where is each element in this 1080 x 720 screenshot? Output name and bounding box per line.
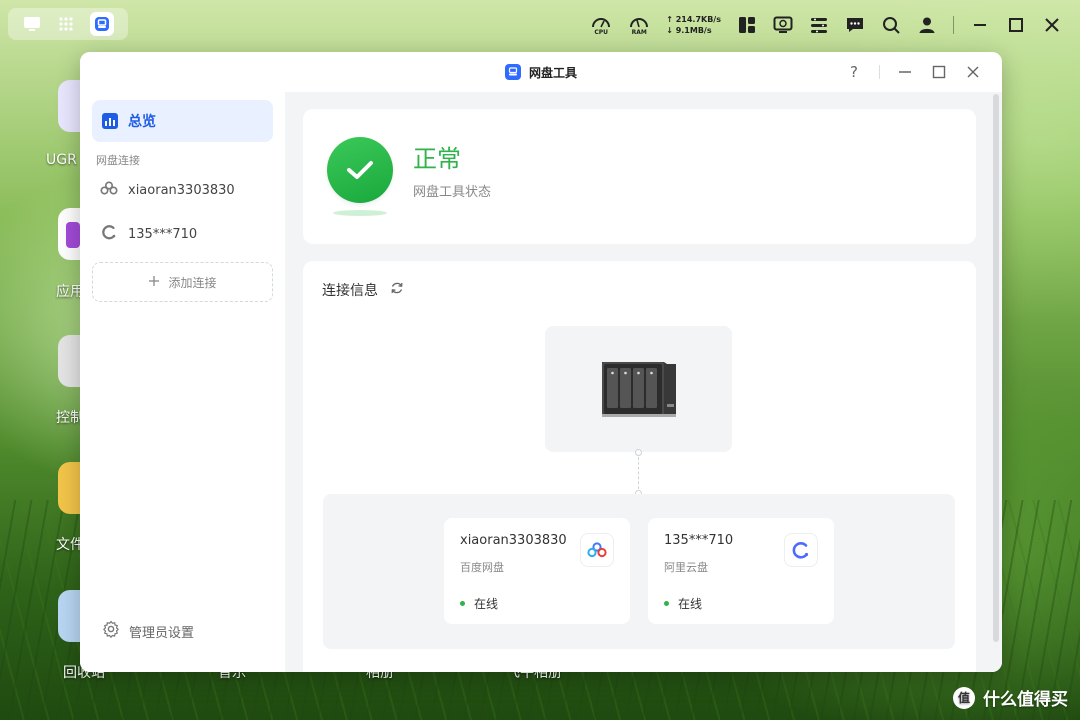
cpu-label: CPU [594, 28, 609, 36]
gear-icon [102, 620, 120, 642]
status-card: 正常 网盘工具状态 [303, 109, 976, 244]
drive-card-baidu[interactable]: xiaoran3303830 百度网盘 在线 [444, 518, 630, 624]
window-titlebar[interactable]: 网盘工具 ? [80, 52, 1002, 92]
online-dot [664, 601, 669, 606]
drive-type: 阿里云盘 [664, 561, 708, 574]
drive-name: xiaoran3303830 [460, 533, 567, 548]
baidu-cloud-icon [580, 533, 614, 567]
add-connection-label: 添加连接 [168, 275, 217, 290]
watermark: 值 什么值得买 [953, 685, 1068, 710]
sidebar: 总览 网盘连接 xiaoran3303830 135***710 添加连接 管理… [80, 92, 285, 672]
window-title-group: 网盘工具 [504, 64, 577, 81]
sidebar-item-overview-label: 总览 [128, 114, 156, 130]
maximize-button[interactable] [930, 63, 948, 81]
connection-info-title: 连接信息 [322, 283, 378, 299]
netdisk-tool-window: 网盘工具 ? 总览 网盘连接 xiaoran3303830 135***710 … [80, 52, 1002, 672]
drive-status: 在线 [664, 595, 702, 612]
add-connection-button[interactable]: 添加连接 [92, 262, 273, 302]
check-icon [327, 137, 393, 203]
window-body: 总览 网盘连接 xiaoran3303830 135***710 添加连接 管理… [80, 92, 1002, 672]
upload-speed: ↑ 214.7KB/s [666, 15, 721, 24]
drives-area: xiaoran3303830 百度网盘 在线 135***710 阿里云盘 在线 [323, 494, 955, 649]
drive-status-label: 在线 [474, 597, 499, 611]
refresh-icon[interactable] [390, 281, 404, 299]
main-scrollbar[interactable] [993, 94, 999, 642]
download-speed: ↓ 9.1MB/s [666, 26, 712, 35]
controls-divider [879, 65, 880, 79]
desktop-minimize-icon[interactable] [970, 15, 990, 35]
user-icon[interactable] [917, 15, 937, 35]
monitor-icon[interactable] [773, 15, 793, 35]
main-content: 正常 网盘工具状态 连接信息 xiaoran3303830 百度网盘 在线 13… [285, 92, 1002, 672]
close-button[interactable] [964, 63, 982, 81]
status-subtitle: 网盘工具状态 [413, 185, 492, 200]
watermark-logo-char: 值 [957, 691, 970, 705]
watermark-text: 什么值得买 [983, 690, 1068, 710]
drive-card-aliyun[interactable]: 135***710 阿里云盘 在线 [648, 518, 834, 624]
desktop-label-0: UGR [46, 152, 77, 168]
sidebar-item-connection-baidu[interactable]: xiaoran3303830 [92, 168, 273, 212]
drive-status-label: 在线 [678, 597, 703, 611]
connection-line [638, 452, 639, 494]
connection-info-card: 连接信息 xiaoran3303830 百度网盘 在线 135***710 阿里… [303, 261, 976, 672]
window-title: 网盘工具 [528, 65, 577, 80]
ram-label: RAM [631, 28, 647, 36]
desktop-maximize-icon[interactable] [1006, 15, 1026, 35]
upload-speed-value: 214.7KB/s [675, 15, 721, 24]
cpu-gauge[interactable]: CPU [590, 15, 612, 36]
window-controls: ? [845, 52, 982, 92]
baidu-cloud-icon [100, 181, 118, 199]
desktop-icon[interactable] [22, 14, 42, 34]
message-icon[interactable] [845, 15, 865, 35]
drive-status: 在线 [460, 595, 498, 612]
network-speed[interactable]: ↑ 214.7KB/s ↓ 9.1MB/s [666, 14, 721, 36]
desktop-close-icon[interactable] [1042, 15, 1062, 35]
nas-device-icon [601, 362, 676, 417]
ram-gauge[interactable]: RAM [628, 15, 650, 36]
nas-device [545, 326, 732, 452]
taskbar-left [8, 8, 128, 40]
watermark-logo: 值 [953, 686, 975, 709]
admin-settings-button[interactable]: 管理员设置 [102, 620, 194, 642]
drive-type: 百度网盘 [460, 561, 504, 574]
drive-name: 135***710 [664, 533, 734, 548]
widgets-icon[interactable] [737, 15, 757, 35]
sidebar-section-label: 网盘连接 [96, 154, 140, 167]
apps-grid-icon[interactable] [56, 14, 76, 34]
aliyun-drive-icon [784, 533, 818, 567]
search-icon[interactable] [881, 15, 901, 35]
check-icon-shadow [333, 210, 387, 216]
sidebar-item-connection-aliyun[interactable]: 135***710 [92, 212, 273, 256]
sidebar-connection-label: xiaoran3303830 [128, 182, 235, 198]
status-title: 正常 [413, 145, 461, 173]
help-button[interactable]: ? [845, 63, 863, 81]
admin-settings-label: 管理员设置 [129, 625, 195, 641]
netdisk-app-icon [504, 64, 521, 80]
connection-info-header: 连接信息 [322, 280, 404, 300]
connection-dot-top [635, 449, 642, 456]
download-speed-value: 9.1MB/s [675, 26, 712, 35]
taskbar-divider [953, 16, 954, 34]
apps-icon-accent [66, 222, 80, 248]
plus-icon [148, 275, 160, 290]
aliyun-drive-icon [100, 224, 118, 244]
sidebar-item-overview[interactable]: 总览 [92, 100, 273, 142]
online-dot [460, 601, 465, 606]
taskbar-right: CPU RAM ↑ 214.7KB/s ↓ 9.1MB/s [590, 10, 1062, 40]
sidebar-connection-label: 135***710 [128, 226, 198, 242]
minimize-button[interactable] [896, 63, 914, 81]
control-panel-icon[interactable] [809, 15, 829, 35]
overview-chart-icon [102, 113, 118, 129]
netdisk-app-icon[interactable] [90, 12, 114, 36]
